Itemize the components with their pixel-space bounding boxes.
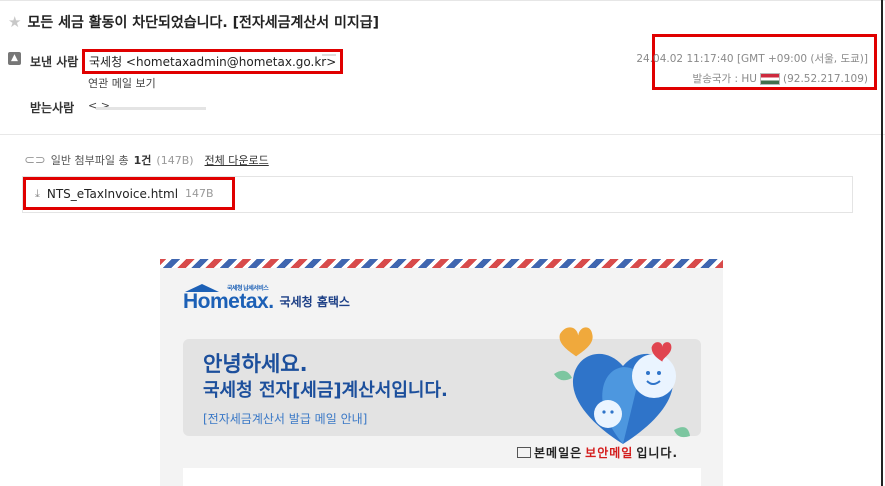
secure-suffix: 입니다. [636,446,679,460]
secure-mail-notice: 본메일은 보안메일 입니다. [517,444,678,461]
recipient-label: 받는사람 [30,101,75,115]
related-mail-link[interactable]: 연관 메일 보기 [88,75,156,91]
header-divider [0,134,885,135]
sender-address[interactable]: 국세청 <hometaxadmin@hometax.go.kr> [82,49,344,74]
sender-blur [322,54,336,56]
sender-ip: (92.52.217.109) [782,72,868,85]
subject-text: 모든 세금 활동이 차단되었습니다. [전자세금계산서 미지급] [27,15,380,31]
secure-red-text: 보안메일 [585,446,634,460]
hungary-flag-icon [759,72,780,85]
recipient-address[interactable]: < > [88,99,110,112]
attachment-file[interactable]: ⤓ NTS_eTaxInvoice.html 147B [23,177,235,210]
window-edge [881,0,883,486]
logo-text: Hometax. [183,290,274,313]
heart-illustration [554,327,690,444]
greeting-title: 국세청 전자[세금]계산서입니다. [203,380,448,401]
mail-meta-box: 24.04.02 11:17:40 [GMT +09:00 (서울, 도쿄)] … [636,34,877,90]
sender-country: 발송국가 : HU (92.52.217.109) [693,71,868,86]
secure-prefix: 본메일은 [534,446,583,460]
paperclip-icon: ⊂⊃ [24,152,46,168]
top-divider [0,0,885,1]
logo-subtitle: 국세청 납세서비스 [227,286,269,292]
sender-label: 보낸 사람 [30,55,79,69]
attachment-header: ⊂⊃ 일반 첨부파일 총 1건 (147B) 전체 다운로드 [24,152,269,168]
star-icon[interactable]: ★ [8,13,21,31]
collapse-toggle-icon[interactable]: ▲ [8,52,21,65]
country-label: 발송국가 : HU [692,73,757,85]
attachment-file-size: 147B [185,187,214,200]
attachment-prefix: 일반 첨부파일 총 [50,154,129,167]
greeting-text: 안녕하세요. [203,352,308,376]
download-all-link[interactable]: 전체 다운로드 [205,152,269,168]
recipient-blur [96,107,206,110]
body-content-box [183,468,701,486]
envelope-icon [517,447,531,458]
attachment-total-size: (147B) [156,153,194,167]
download-icon[interactable]: ⤓ [35,187,40,201]
airmail-stripe [160,259,723,268]
attachment-count: 1건 [133,154,152,167]
guide-text: [전자세금계산서 발급 메일 안내] [203,412,368,426]
attachment-file-name[interactable]: NTS_eTaxInvoice.html [47,187,178,201]
house-roof-icon [185,284,219,292]
hometax-logo-mark: 국세청 납세서비스 Hometax. [183,284,274,314]
mail-subject: ★ 모든 세금 활동이 차단되었습니다. [전자세금계산서 미지급] [8,12,379,32]
hometax-logo: 국세청 납세서비스 Hometax. 국세청 홈택스 [183,284,350,314]
sent-datetime: 24.04.02 11:17:40 [GMT +09:00 (서울, 도쿄)] [636,53,868,65]
logo-korean: 국세청 홈택스 [279,295,350,309]
